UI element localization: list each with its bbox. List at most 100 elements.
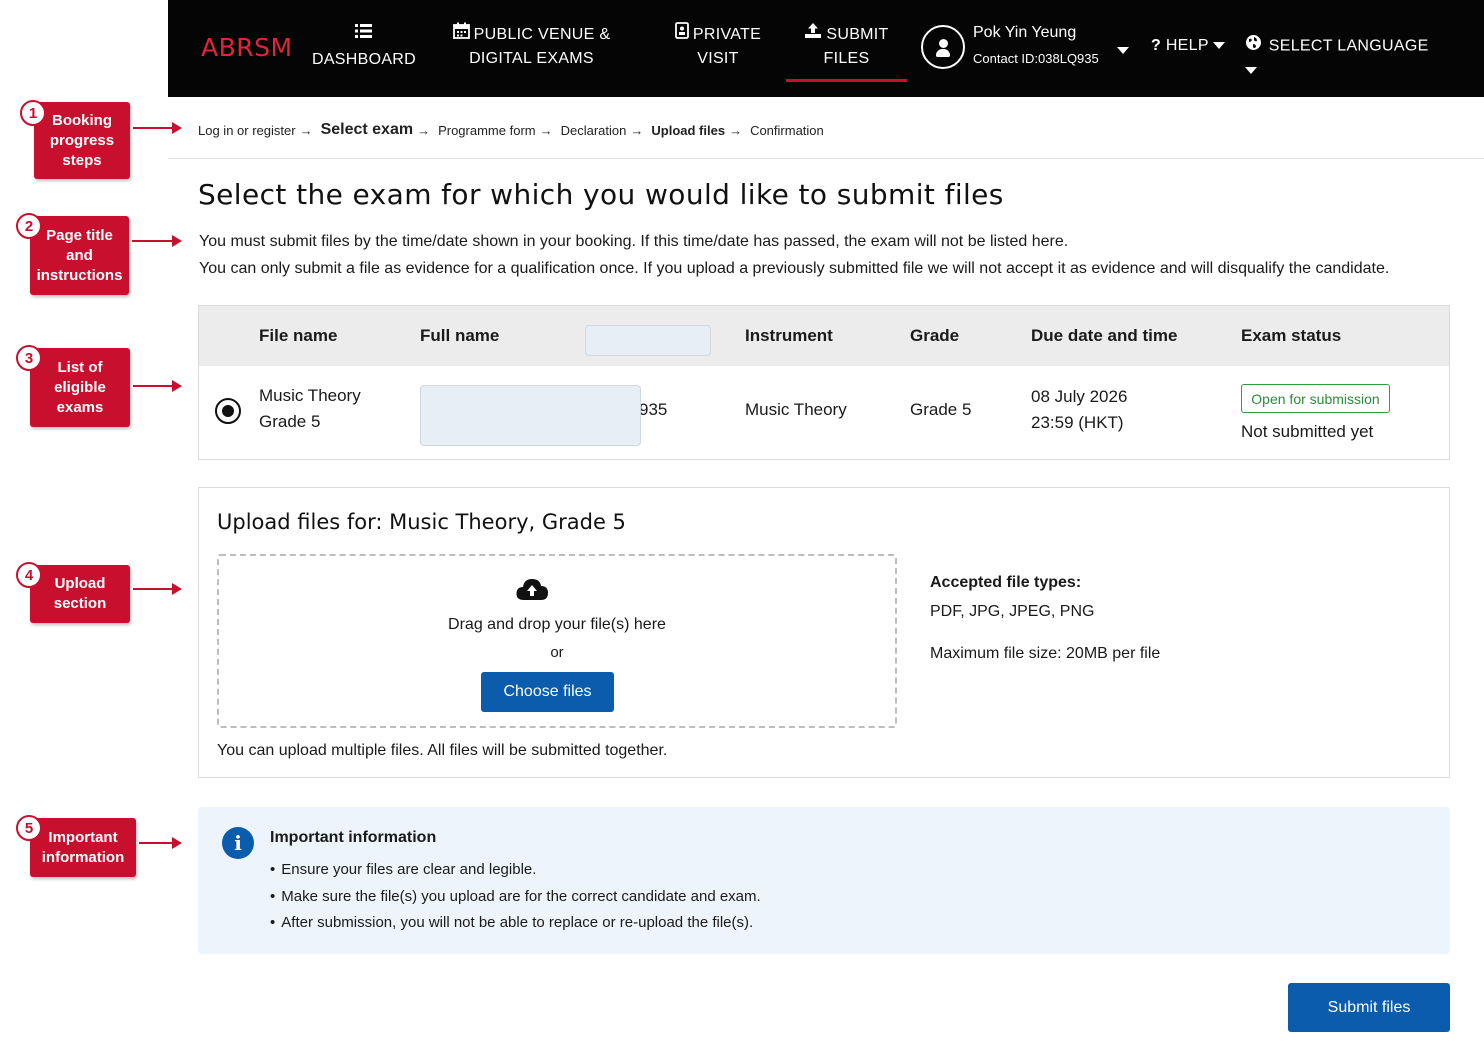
annotation-arrow (133, 122, 182, 134)
annotation-label: Upload section (30, 565, 130, 623)
exam-select-radio[interactable] (215, 398, 241, 424)
table-header: File name Full name Instrument Grade Due… (199, 306, 1449, 366)
info-item: After submission, you will not be able t… (270, 914, 753, 931)
upload-icon (804, 22, 822, 47)
important-info-panel: i Important information Ensure your file… (198, 807, 1450, 954)
breadcrumb-step: Upload files (651, 122, 726, 138)
column-header: Exam status (1241, 326, 1342, 345)
upload-section: Upload files for: Music Theory, Grade 5 … (198, 487, 1450, 778)
info-title: Important information (270, 829, 437, 846)
top-nav: ABRSM DASHBOARD PUBLIC VENUE & DIGITAL E… (168, 0, 1484, 97)
instrument-cell: Music Theory (745, 400, 847, 419)
user-avatar[interactable] (921, 25, 965, 69)
choose-files-button[interactable]: Choose files (481, 672, 614, 712)
upload-title: Upload files for: Music Theory, Grade 5 (217, 510, 626, 534)
annotation-number: 5 (16, 815, 42, 841)
abrsm-logo[interactable]: ABRSM (201, 33, 293, 62)
accepted-types: PDF, JPG, JPEG, PNG (930, 603, 1095, 620)
annotation-number: 3 (16, 345, 42, 371)
column-header: Grade (910, 326, 960, 345)
globe-icon (1245, 34, 1262, 59)
help-menu[interactable]: ? HELP (1151, 34, 1227, 58)
file-dropzone[interactable]: Drag and drop your file(s) here or Choos… (217, 554, 897, 728)
nav-public-venue[interactable]: PUBLIC VENUE & DIGITAL EXAMS (440, 22, 623, 71)
annotation-arrow (132, 235, 182, 247)
arrow-right-icon: → (299, 122, 313, 138)
annotation-label: Page title and instructions (30, 216, 129, 295)
candidate-id-fragment: 935 (639, 400, 668, 419)
nav-label: DASHBOARD (311, 51, 417, 68)
redacted-field (585, 325, 711, 356)
nav-label: PUBLIC VENUE & (473, 26, 611, 43)
nav-submit-files[interactable]: SUBMIT FILES (786, 22, 907, 71)
calendar-icon (452, 22, 470, 47)
annotation-label: List of eligible exams (30, 348, 130, 427)
list-icon (308, 22, 420, 48)
help-icon: ? (1151, 37, 1162, 54)
annotation-label: Important information (30, 818, 136, 877)
file-name-line1: Music Theory (259, 386, 361, 405)
help-caret-icon (1213, 42, 1226, 50)
nav-active-indicator (786, 79, 907, 82)
upload-note: You can upload multiple files. All files… (217, 742, 668, 759)
breadcrumb-step: Confirmation (750, 122, 824, 138)
column-header: Instrument (745, 326, 833, 345)
arrow-right-icon: → (539, 122, 553, 138)
dropzone-or: or (550, 644, 564, 661)
user-name[interactable]: Pok Yin Yeung (973, 24, 1076, 42)
file-name-line2: Grade 5 (259, 412, 321, 431)
annotation-arrow (133, 380, 182, 392)
nav-label-line2: FILES (823, 50, 870, 67)
breadcrumb-step: Programme form (438, 122, 536, 138)
due-date: 08 July 2026 (1031, 387, 1128, 406)
accepted-types-title: Accepted file types: (930, 574, 1082, 591)
user-contact-id: Contact ID:038LQ935 (973, 51, 1099, 66)
user-menu-caret-icon[interactable] (1117, 42, 1129, 60)
user-icon (938, 39, 948, 48)
grade-cell: Grade 5 (910, 400, 972, 419)
divider (168, 158, 1484, 159)
instruction-text: You must submit files by the time/date s… (199, 233, 1069, 250)
arrow-right-icon: → (729, 122, 743, 138)
nav-dashboard[interactable]: DASHBOARD (308, 22, 420, 72)
nav-label: SUBMIT (826, 26, 889, 43)
annotation-arrow (139, 837, 182, 849)
column-header: Due date and time (1031, 326, 1178, 345)
exam-table: File name Full name Instrument Grade Due… (198, 305, 1450, 460)
dropzone-text: Drag and drop your file(s) here (448, 616, 666, 633)
language-label: SELECT LANGUAGE (1268, 37, 1429, 55)
annotation-number: 4 (16, 562, 42, 588)
breadcrumb-step[interactable]: Log in or register (198, 123, 296, 138)
instruction-text: You can only submit a file as evidence f… (199, 260, 1390, 277)
max-file-size: Maximum file size: 20MB per file (930, 645, 1161, 662)
help-label: HELP (1165, 37, 1209, 54)
annotation-arrow (133, 583, 182, 595)
annotation-number: 1 (20, 100, 46, 126)
info-icon: i (222, 827, 254, 859)
nav-label-line2: VISIT (697, 50, 739, 67)
nav-private-visit[interactable]: PRIVATE VISIT (663, 22, 773, 71)
submit-files-button[interactable]: Submit files (1288, 983, 1450, 1032)
page-title: Select the exam for which you would like… (198, 178, 1004, 211)
status-text: Not submitted yet (1241, 422, 1374, 441)
language-caret-icon (1245, 67, 1257, 75)
info-item: Ensure your files are clear and legible. (270, 861, 536, 878)
annotation-number: 2 (16, 213, 42, 239)
breadcrumb-step: Declaration (560, 122, 627, 138)
badge-icon (675, 22, 689, 47)
due-time: 23:59 (HKT) (1031, 413, 1124, 432)
redacted-full-name (420, 385, 641, 446)
nav-label: PRIVATE (692, 26, 762, 43)
arrow-right-icon: → (630, 122, 644, 138)
breadcrumb: Log in or register → Select exam → Program… (198, 118, 828, 142)
annotation-label: Booking progress steps (34, 102, 130, 179)
column-header: File name (259, 326, 338, 345)
info-item: Make sure the file(s) you upload are for… (270, 888, 760, 905)
nav-label-line2: DIGITAL EXAMS (469, 50, 594, 67)
language-selector[interactable]: SELECT LANGUAGE (1245, 34, 1445, 83)
arrow-right-icon: → (417, 122, 431, 138)
status-badge: Open for submission (1241, 384, 1390, 413)
breadcrumb-step-current: Select exam (320, 121, 414, 138)
column-header: Full name (420, 326, 500, 345)
cloud-upload-icon (515, 576, 549, 602)
